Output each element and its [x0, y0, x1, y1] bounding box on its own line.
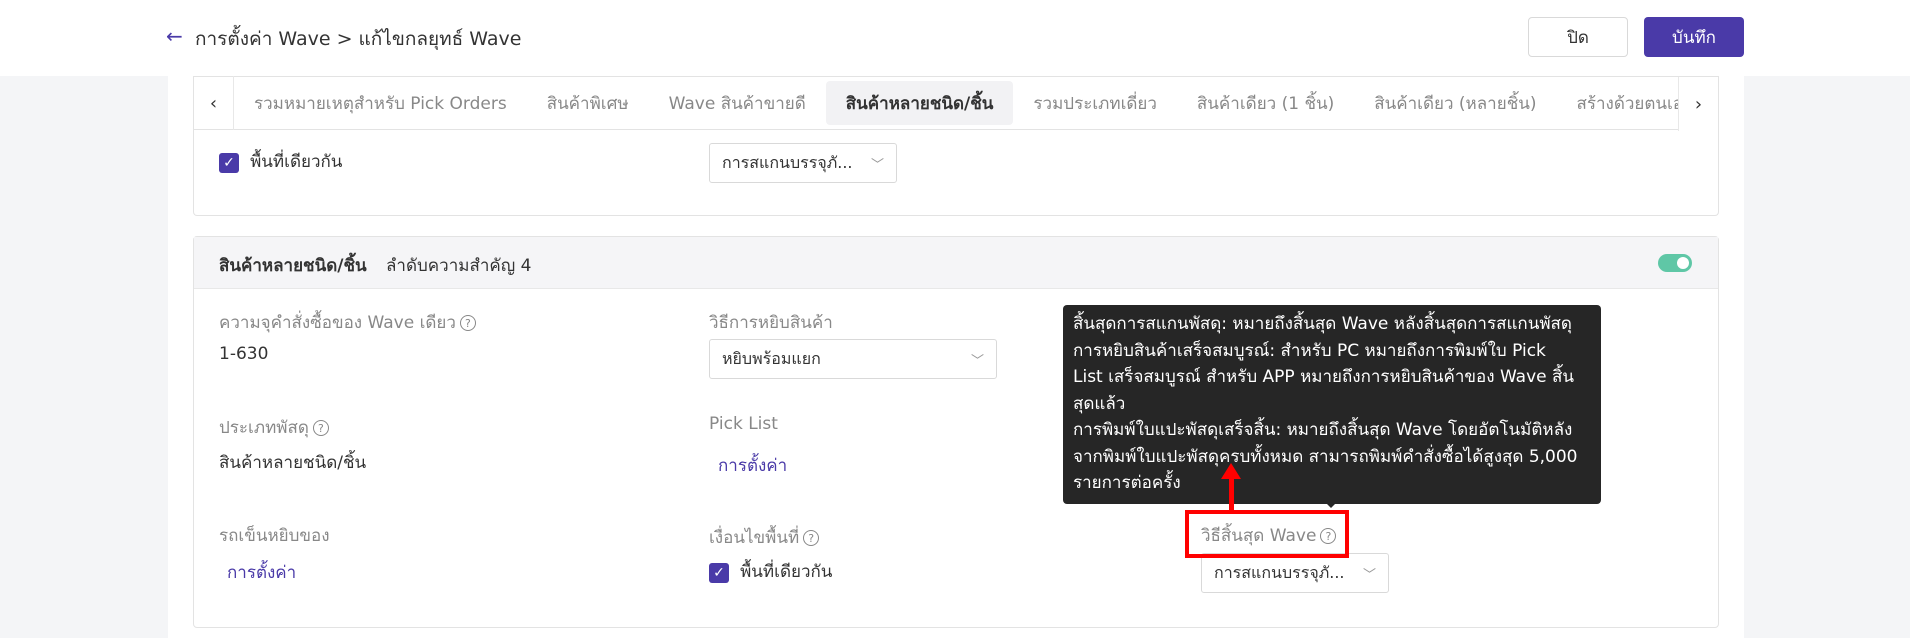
area-condition-label: เงื่อนไขพื้นที่?	[709, 524, 820, 551]
help-icon[interactable]: ?	[459, 315, 476, 331]
chevron-down-icon: ﹀	[1362, 568, 1376, 583]
tooltip-line: จากพิมพ์ใบแปะพัสดุครบทั้งหมด สามารถพิมพ์…	[1073, 446, 1578, 467]
pick-list-label: Pick List	[709, 414, 778, 434]
chevron-down-icon: ﹀	[870, 158, 884, 173]
package-type-value: สินค้าหลายชนิด/ชิ้น	[219, 453, 367, 473]
picking-method-select[interactable]: หยิบพร้อมแยก ﹀	[709, 339, 997, 379]
chevron-down-icon: ﹀	[970, 354, 984, 369]
checkbox-checked-icon[interactable]: ✓	[709, 562, 729, 583]
tab-item[interactable]: สินค้าหลายชนิด/ชิ้น	[825, 81, 1014, 125]
wave-end-select[interactable]: การสแกนบรรจุภั... ﹀	[1201, 553, 1389, 593]
checkbox-checked-icon[interactable]: ✓	[219, 152, 239, 173]
order-capacity-label: ความจุคำสั่งซื้อของ Wave เดียว?	[219, 309, 476, 336]
select-value: การสแกนบรรจุภั...	[1214, 562, 1345, 582]
wave-end-select-previous[interactable]: การสแกนบรรจุภั... ﹀	[709, 143, 897, 183]
top-bar: ← การตั้งค่า Wave > แก้ไขกลยุทธ์ Wave ปิ…	[0, 0, 1910, 76]
tooltip-line: การพิมพ์ใบแปะพัสดุเสร็จสิ้น: หมายถึงสิ้น…	[1073, 420, 1573, 440]
select-value: หยิบพร้อมแยก	[722, 348, 821, 368]
strategy-tabs: ‹ รวมหมายเหตุสำหรับ Pick Orders สินค้าพิเ…	[193, 76, 1719, 131]
tab-item[interactable]: Wave สินค้าขายดี	[649, 81, 826, 125]
tab-scroll-right-icon[interactable]: ›	[1678, 77, 1718, 131]
priority-label: ลำดับความสำคัญ 4	[386, 256, 532, 276]
tab-item[interactable]: รวมประเภทเดี่ยว	[1013, 81, 1177, 125]
cart-label: รถเข็นหยิบของ	[219, 526, 330, 546]
tooltip-line: รายการต่อครั้ง	[1073, 473, 1181, 493]
picking-method-label: วิธีการหยิบสินค้า	[709, 313, 833, 333]
back-arrow-icon[interactable]: ←	[166, 24, 183, 48]
select-value: การสแกนบรรจุภั...	[722, 152, 853, 172]
enable-toggle[interactable]	[1658, 254, 1692, 272]
tab-item[interactable]: สินค้าเดียว (1 ชิ้น)	[1177, 81, 1354, 125]
close-button[interactable]: ปิด	[1528, 17, 1628, 57]
package-type-label: ประเภทพัสดุ?	[219, 414, 329, 441]
pick-list-settings-link[interactable]: การตั้งค่า	[718, 452, 787, 479]
area-checkbox-row[interactable]: ✓ พื้นที่เดียวกัน	[709, 558, 832, 585]
page-title: การตั้งค่า Wave > แก้ไขกลยุทธ์ Wave	[195, 28, 522, 50]
help-icon[interactable]: ?	[312, 420, 329, 436]
tab-item[interactable]: รวมหมายเหตุสำหรับ Pick Orders	[234, 81, 527, 125]
tab-item[interactable]: สินค้าเดียว (หลายชิ้น)	[1354, 81, 1556, 125]
tab-list: รวมหมายเหตุสำหรับ Pick Orders สินค้าพิเศษ…	[234, 81, 1680, 125]
tooltip-line: สุดแล้ว	[1073, 393, 1126, 414]
annotation-arrow-head-icon	[1221, 463, 1241, 479]
area-checkbox-row-previous[interactable]: ✓ พื้นที่เดียวกัน	[219, 148, 342, 175]
cart-settings-link[interactable]: การตั้งค่า	[227, 559, 296, 586]
help-icon[interactable]: ?	[803, 530, 820, 546]
tooltip-arrow	[1325, 502, 1337, 508]
annotation-arrow-shaft	[1229, 475, 1234, 512]
wave-end-tooltip: สิ้นสุดการสแกนพัสดุ: หมายถึงสิ้นสุด Wave…	[1063, 305, 1601, 504]
tooltip-line: การหยิบสินค้าเสร็จสมบูรณ์: สำหรับ PC หมา…	[1073, 340, 1546, 361]
order-capacity-value: 1-630	[219, 344, 269, 364]
tab-item[interactable]: สร้างด้วยตนเอง	[1556, 81, 1680, 125]
tooltip-line: สิ้นสุดการสแกนพัสดุ: หมายถึงสิ้นสุด Wave…	[1073, 314, 1572, 334]
save-button[interactable]: บันทึก	[1644, 17, 1744, 57]
card-title: สินค้าหลายชนิด/ชิ้น	[219, 256, 367, 276]
tab-item[interactable]: สินค้าพิเศษ	[527, 81, 649, 125]
annotation-highlight-box	[1185, 510, 1349, 558]
card-header: สินค้าหลายชนิด/ชิ้น ลำดับความสำคัญ 4	[194, 237, 1718, 289]
checkbox-label: พื้นที่เดียวกัน	[250, 152, 343, 172]
tooltip-line: List เสร็จสมบูรณ์ สำหรับ APP หมายถึงการห…	[1073, 367, 1575, 387]
checkbox-label: พื้นที่เดียวกัน	[740, 562, 833, 582]
tab-scroll-left-icon[interactable]: ‹	[194, 76, 234, 130]
